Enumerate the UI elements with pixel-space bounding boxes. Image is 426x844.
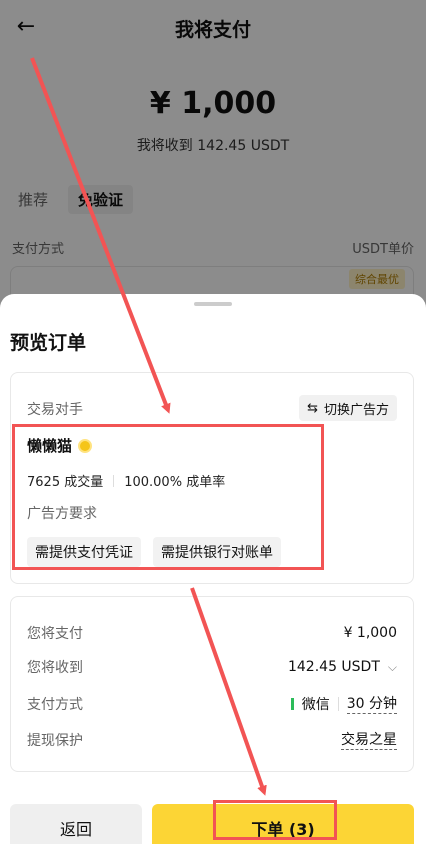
- detail-value: 142.45 USDT: [287, 659, 380, 675]
- swap-icon: ⇆: [307, 400, 318, 416]
- counterparty-label: 交易对手: [27, 402, 83, 418]
- chevron-down-icon[interactable]: ⌵: [388, 660, 397, 675]
- sheet-drag-handle[interactable]: [194, 302, 232, 306]
- method-value: 微信: [301, 696, 330, 713]
- switch-advertiser-button[interactable]: ⇆ 切换广告方: [299, 395, 397, 421]
- back-button[interactable]: 返回: [10, 804, 142, 844]
- order-button-highlight-box: [213, 800, 337, 840]
- switch-advertiser-label: 切换广告方: [323, 402, 389, 418]
- detail-row-receive[interactable]: 您将收到 142.45 USDT ⌵: [27, 657, 397, 677]
- detail-value: ¥ 1,000: [343, 625, 397, 641]
- detail-label: 您将收到: [27, 660, 83, 676]
- detail-row-protection: 提现保护 交易之星: [27, 729, 397, 750]
- detail-label: 您将支付: [27, 626, 83, 642]
- protection-value[interactable]: 交易之星: [341, 729, 397, 750]
- method-separator: [337, 696, 339, 711]
- sheet-title: 预览订单: [10, 332, 87, 354]
- detail-row-method: 支付方式 微信 30 分钟: [27, 693, 397, 714]
- merchant-highlight-box: [12, 424, 324, 570]
- wechat-indicator-icon: [290, 697, 294, 710]
- order-details-card: 您将支付 ¥ 1,000 您将收到 142.45 USDT ⌵ 支付方式 微信 …: [10, 596, 414, 772]
- detail-row-pay: 您将支付 ¥ 1,000: [27, 623, 397, 643]
- detail-label: 提现保护: [27, 732, 83, 749]
- detail-label: 支付方式: [27, 696, 83, 713]
- payment-time-limit[interactable]: 30 分钟: [346, 693, 397, 714]
